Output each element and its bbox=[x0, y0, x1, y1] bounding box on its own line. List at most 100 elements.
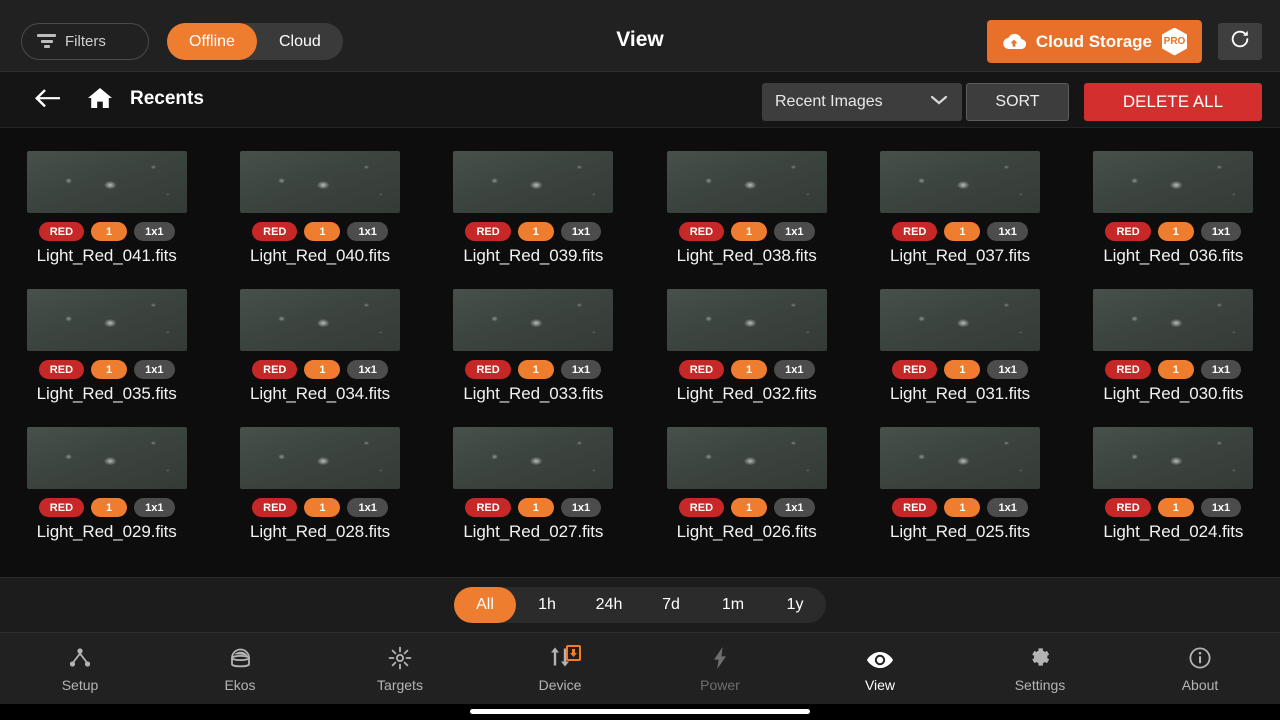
delete-all-button[interactable]: DELETE ALL bbox=[1084, 83, 1262, 121]
gallery-item[interactable]: RED 1 1x1 Light_Red_037.fits bbox=[853, 128, 1066, 266]
badge-row: RED 1 1x1 bbox=[892, 360, 1028, 379]
cloud-storage-label: Cloud Storage bbox=[1035, 31, 1152, 51]
image-thumbnail[interactable] bbox=[879, 427, 1040, 489]
image-filename: Light_Red_041.fits bbox=[36, 246, 177, 265]
nav-item-targets[interactable]: Targets bbox=[320, 633, 480, 704]
image-filename: Light_Red_035.fits bbox=[36, 384, 177, 403]
time-filter-24h[interactable]: 24h bbox=[578, 587, 640, 623]
badge-row: RED 1 1x1 bbox=[1105, 498, 1242, 517]
nav-item-ekos[interactable]: Ekos bbox=[160, 633, 320, 704]
gallery-item[interactable]: RED 1 1x1 Light_Red_034.fits bbox=[213, 266, 426, 404]
image-thumbnail[interactable] bbox=[453, 151, 614, 213]
image-filename: Light_Red_029.fits bbox=[36, 522, 177, 541]
nav-item-view[interactable]: View bbox=[800, 633, 960, 704]
image-gallery[interactable]: RED 1 1x1 Light_Red_041.fits RED 1 1x1 Light_Re… bbox=[0, 128, 1280, 577]
sort-button[interactable]: SORT bbox=[966, 83, 1069, 121]
gallery-item[interactable]: RED 1 1x1 Light_Red_035.fits bbox=[0, 266, 213, 404]
eye-icon bbox=[866, 644, 894, 670]
nav-label: Device bbox=[538, 677, 582, 693]
image-filename: Light_Red_025.fits bbox=[890, 522, 1030, 541]
binning-badge: 1x1 bbox=[987, 222, 1028, 241]
gallery-item[interactable]: RED 1 1x1 Light_Red_039.fits bbox=[427, 128, 640, 266]
count-badge: 1 bbox=[517, 222, 554, 241]
refresh-button[interactable] bbox=[1218, 23, 1262, 60]
image-filename: Light_Red_031.fits bbox=[890, 384, 1030, 403]
badge-row: RED 1 1x1 bbox=[38, 222, 175, 241]
time-filter-bar: All 1h 24h 7d 1m 1y bbox=[0, 577, 1280, 632]
image-thumbnail[interactable] bbox=[879, 151, 1040, 213]
gallery-item[interactable]: RED 1 1x1 Light_Red_030.fits bbox=[1067, 266, 1280, 404]
filter-badge: RED bbox=[252, 222, 298, 241]
image-thumbnail[interactable] bbox=[453, 289, 614, 351]
image-thumbnail[interactable] bbox=[453, 427, 614, 489]
nav-item-device[interactable]: Device bbox=[480, 633, 640, 704]
gallery-item[interactable]: RED 1 1x1 Light_Red_032.fits bbox=[640, 266, 853, 404]
filter-badge: RED bbox=[252, 360, 298, 379]
image-thumbnail[interactable] bbox=[26, 427, 187, 489]
image-thumbnail[interactable] bbox=[666, 427, 827, 489]
time-filter-pills[interactable]: All 1h 24h 7d 1m 1y bbox=[454, 587, 826, 623]
time-filter-1h[interactable]: 1h bbox=[516, 587, 578, 623]
gallery-item[interactable]: RED 1 1x1 Light_Red_029.fits bbox=[0, 404, 213, 542]
image-filename: Light_Red_033.fits bbox=[463, 384, 604, 403]
badge-row: RED 1 1x1 bbox=[465, 498, 602, 517]
gallery-item[interactable]: RED 1 1x1 Light_Red_040.fits bbox=[213, 128, 426, 266]
back-button[interactable] bbox=[32, 86, 62, 114]
badge-row: RED 1 1x1 bbox=[678, 498, 815, 517]
gallery-item[interactable]: RED 1 1x1 Light_Red_038.fits bbox=[640, 128, 853, 266]
count-badge: 1 bbox=[944, 360, 981, 379]
badge-row: RED 1 1x1 bbox=[252, 360, 388, 379]
badge-row: RED 1 1x1 bbox=[465, 222, 602, 241]
image-thumbnail[interactable] bbox=[26, 151, 187, 213]
arrow-left-icon bbox=[34, 88, 61, 113]
gallery-item[interactable]: RED 1 1x1 Light_Red_026.fits bbox=[640, 404, 853, 542]
observatory-icon bbox=[228, 644, 253, 670]
image-thumbnail[interactable] bbox=[879, 289, 1040, 351]
image-thumbnail[interactable] bbox=[239, 427, 400, 489]
nav-item-about[interactable]: About bbox=[1120, 633, 1280, 704]
gallery-item[interactable]: RED 1 1x1 Light_Red_031.fits bbox=[853, 266, 1066, 404]
gallery-item[interactable]: RED 1 1x1 Light_Red_025.fits bbox=[853, 404, 1066, 542]
time-filter-all[interactable]: All bbox=[454, 587, 516, 623]
image-thumbnail[interactable] bbox=[239, 289, 400, 351]
binning-badge: 1x1 bbox=[987, 498, 1028, 517]
image-thumbnail[interactable] bbox=[1093, 289, 1254, 351]
gallery-item[interactable]: RED 1 1x1 Light_Red_027.fits bbox=[427, 404, 640, 542]
binning-badge: 1x1 bbox=[1200, 360, 1242, 379]
image-source-dropdown[interactable]: Recent Images bbox=[762, 83, 962, 121]
binning-badge: 1x1 bbox=[1200, 498, 1242, 517]
gallery-item[interactable]: RED 1 1x1 Light_Red_033.fits bbox=[427, 266, 640, 404]
gallery-item[interactable]: RED 1 1x1 Light_Red_028.fits bbox=[213, 404, 426, 542]
time-filter-1y[interactable]: 1y bbox=[764, 587, 826, 623]
image-thumbnail[interactable] bbox=[239, 151, 400, 213]
binning-badge: 1x1 bbox=[774, 360, 815, 379]
count-badge: 1 bbox=[731, 360, 768, 379]
badge-row: RED 1 1x1 bbox=[252, 222, 388, 241]
image-thumbnail[interactable] bbox=[1093, 427, 1254, 489]
filter-badge: RED bbox=[38, 498, 85, 517]
home-button[interactable] bbox=[86, 86, 114, 114]
image-thumbnail[interactable] bbox=[26, 289, 187, 351]
image-filename: Light_Red_024.fits bbox=[1103, 522, 1244, 541]
cloud-storage-button[interactable]: Cloud Storage PRO bbox=[986, 20, 1202, 63]
image-thumbnail[interactable] bbox=[666, 289, 827, 351]
gallery-item[interactable]: RED 1 1x1 Light_Red_024.fits bbox=[1067, 404, 1280, 542]
nav-item-settings[interactable]: Settings bbox=[960, 633, 1120, 704]
nav-item-setup[interactable]: Setup bbox=[0, 633, 160, 704]
time-filter-7d[interactable]: 7d bbox=[640, 587, 702, 623]
breadcrumb: Recents bbox=[130, 88, 204, 109]
filter-badge: RED bbox=[1105, 498, 1151, 517]
badge-row: RED 1 1x1 bbox=[892, 222, 1028, 241]
image-thumbnail[interactable] bbox=[1093, 151, 1254, 213]
gallery-item[interactable]: RED 1 1x1 Light_Red_036.fits bbox=[1067, 128, 1280, 266]
image-thumbnail[interactable] bbox=[666, 151, 827, 213]
count-badge: 1 bbox=[1157, 498, 1194, 517]
image-filename: Light_Red_030.fits bbox=[1103, 384, 1244, 403]
gallery-item[interactable]: RED 1 1x1 Light_Red_041.fits bbox=[0, 128, 213, 266]
nav-item-power[interactable]: Power bbox=[640, 633, 800, 704]
gear-icon bbox=[1028, 644, 1052, 670]
time-filter-1m[interactable]: 1m bbox=[702, 587, 764, 623]
image-filename: Light_Red_037.fits bbox=[890, 246, 1030, 265]
badge-row: RED 1 1x1 bbox=[892, 498, 1028, 517]
binning-badge: 1x1 bbox=[134, 222, 175, 241]
